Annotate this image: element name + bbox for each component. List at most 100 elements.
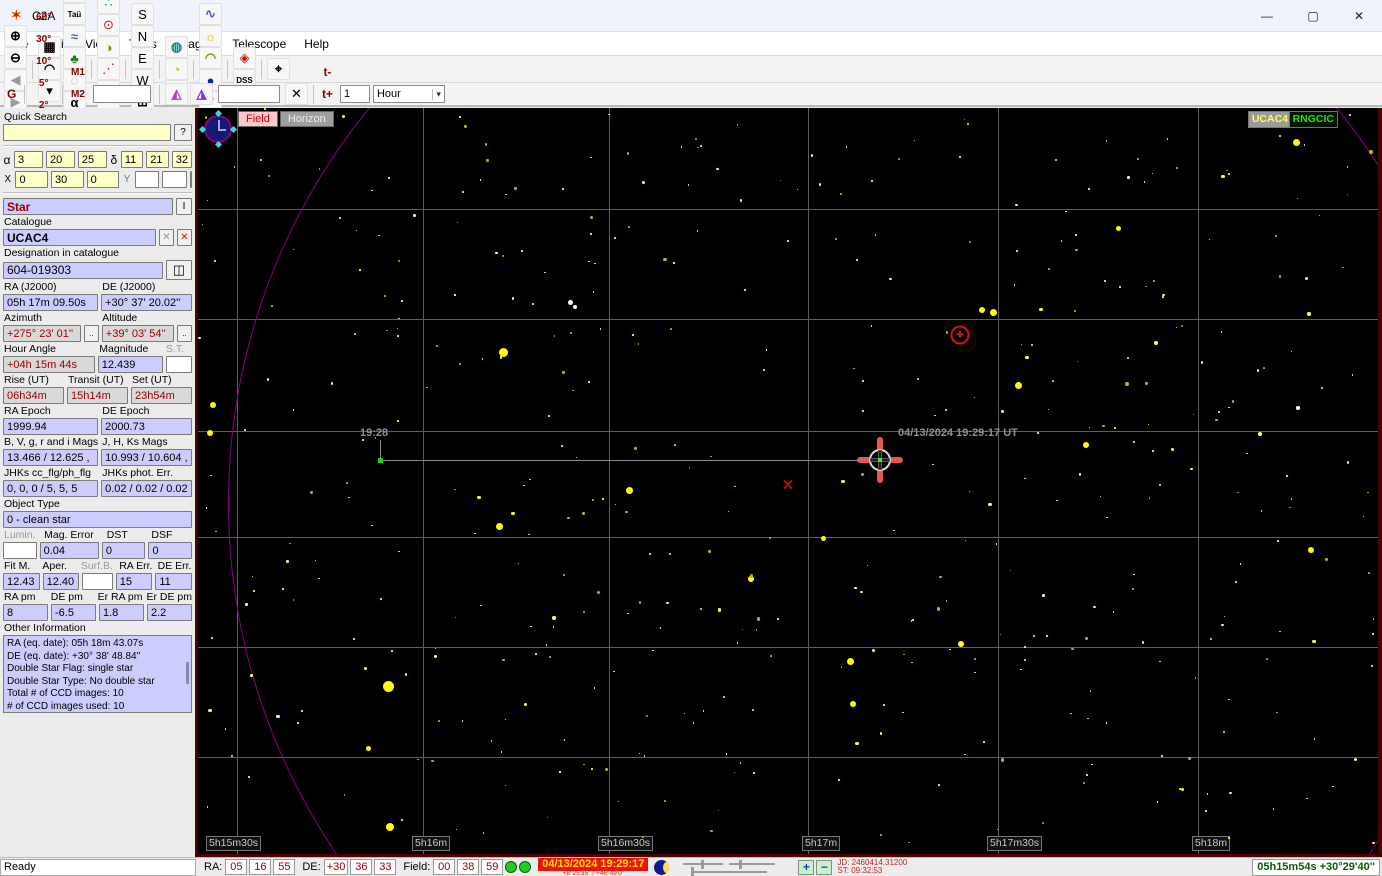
slew-telescope-icon[interactable]: ◫ <box>166 260 192 280</box>
crosshair-arm <box>877 469 883 483</box>
badge-rngcic[interactable]: RNGCIC <box>1288 111 1338 128</box>
sun-icon[interactable]: ☼ <box>199 25 222 47</box>
y3-input[interactable] <box>190 171 193 188</box>
status-de-d: +30 <box>323 859 349 875</box>
earth-globe-icon[interactable]: ◍ <box>165 36 188 58</box>
magnitude-label: Magnitude <box>99 343 149 355</box>
other-info-box[interactable]: RA (eq. date): 05h 18m 43.07s DE (eq. da… <box>3 635 192 713</box>
minimize-button[interactable]: — <box>1244 0 1290 31</box>
constellation-names-icon[interactable]: Taü <box>63 3 86 25</box>
altitude-more-button[interactable]: .. <box>177 325 192 342</box>
dome-site-icon[interactable]: ◠ <box>199 47 222 69</box>
time-slider[interactable] <box>677 859 797 876</box>
de-d-input[interactable]: 11 <box>120 151 144 168</box>
designation-label: Designation in catalogue <box>4 247 119 259</box>
fov-30deg[interactable]: 30° <box>30 28 57 50</box>
star <box>1115 225 1121 231</box>
guide-star-button[interactable]: G <box>4 83 19 105</box>
y1-input[interactable] <box>134 171 160 188</box>
scrollbar-thumb[interactable] <box>186 662 189 684</box>
clock-compass-icon[interactable] <box>198 109 238 149</box>
transit-label: Transit (UT) <box>68 374 124 386</box>
ccd-frame-icon[interactable]: ◈ <box>233 47 256 69</box>
star <box>365 745 371 751</box>
ra-m-input[interactable]: 20 <box>45 151 75 168</box>
target-crosshair-marker[interactable] <box>857 437 903 483</box>
sky-map[interactable]: 5h15m30s 5h16m 5h16m30s 5h17m 5h17m30s 5h18m … <box>195 108 1382 857</box>
clear-icon[interactable]: ✕ <box>284 83 308 105</box>
ra-h-input[interactable]: 3 <box>14 151 43 168</box>
altitude-label: Altitude <box>102 312 138 324</box>
menu-help[interactable]: Help <box>295 34 338 54</box>
axis-ra-label: 5h16m30s <box>598 836 654 851</box>
status-datetime-block[interactable]: 04/13/2024 19:29:17 +8°25'35'' / +46°49'… <box>538 857 649 876</box>
milky-way-icon[interactable]: ≈ <box>63 25 86 47</box>
clock-hand <box>218 129 226 131</box>
fov-60deg[interactable]: 60° <box>30 6 57 28</box>
flip-horizontal-icon[interactable]: ◭ <box>164 83 188 105</box>
time-increment-button[interactable]: + <box>798 859 815 875</box>
x2-input[interactable]: 30 <box>51 171 84 188</box>
flip-vertical-icon[interactable]: ◮ <box>189 83 213 105</box>
tab-horizon[interactable]: Horizon <box>279 111 334 127</box>
object-sidebar: Quick Search ? α 3 20 25 δ 11 21 32 X 0 … <box>0 108 195 857</box>
object-type-label: Object Type <box>4 498 60 510</box>
time-unit-select[interactable]: Hour ▾ <box>372 85 445 103</box>
badge-ucac4[interactable]: UCAC4 <box>1247 111 1292 128</box>
de-m-input[interactable]: 21 <box>146 151 169 168</box>
fov-5deg[interactable]: 5° <box>30 72 57 94</box>
star <box>412 213 416 217</box>
south-button[interactable]: S <box>131 3 154 25</box>
rise-label: Rise (UT) <box>4 374 49 386</box>
close-button[interactable]: ✕ <box>1336 0 1382 31</box>
marker-m2-button[interactable]: M2 <box>68 83 88 105</box>
star <box>958 641 964 647</box>
time-plus-button[interactable]: t+ <box>319 83 336 105</box>
zoom-in-icon[interactable]: ⊕ <box>4 25 27 47</box>
other-info-label: Other Information <box>4 622 86 634</box>
designation-input[interactable]: 604-019303 <box>3 261 163 279</box>
zoom-out-icon[interactable]: ⊖ <box>4 47 27 69</box>
y2-input[interactable] <box>162 171 188 188</box>
marker-m1-button[interactable]: M1 <box>68 61 88 83</box>
moon-phase-icon[interactable]: ◑ <box>97 36 120 58</box>
transit-value: 15h14m <box>67 387 128 404</box>
object-class-expander-button[interactable]: I <box>176 198 192 215</box>
de-j2000-value: +30° 37' 20.02'' <box>101 294 192 311</box>
azimuth-more-button[interactable]: .. <box>83 325 99 342</box>
east-button[interactable]: E <box>131 47 154 69</box>
north-button[interactable]: N <box>131 25 154 47</box>
help-button[interactable]: ? <box>174 124 192 141</box>
catalogue-select[interactable]: UCAC4 <box>3 229 156 246</box>
time-unit-value: Hour <box>376 88 401 100</box>
tab-field[interactable]: Field <box>238 111 278 127</box>
flagged-object-marker[interactable]: ✚ <box>950 325 970 345</box>
x1-input[interactable]: 0 <box>15 171 49 188</box>
time-step-input[interactable]: 1 <box>339 85 370 103</box>
axis-ra-label: 5h17m <box>802 836 841 851</box>
catalog-clear-cross-icon[interactable]: ✕ <box>177 229 192 246</box>
star-cluster-icon[interactable]: ∴ <box>97 0 120 14</box>
time-decrement-button[interactable]: − <box>816 859 833 875</box>
time-minus-button[interactable]: t- <box>319 61 336 83</box>
de-s-input[interactable]: 32 <box>171 151 192 168</box>
variable-curve-icon[interactable]: ∿ <box>199 3 222 25</box>
nebula-icon[interactable]: ⊙ <box>97 14 120 36</box>
asteroid-track-icon[interactable]: ⋰ <box>97 58 120 80</box>
clock-icon[interactable]: ◔ <box>165 58 188 80</box>
de-epoch-value: 2000.73 <box>101 418 192 435</box>
goto-object-input[interactable] <box>217 85 280 103</box>
quick-search-input[interactable] <box>3 124 171 141</box>
object-class-select[interactable]: Star <box>3 198 173 215</box>
star <box>567 299 573 305</box>
fov-10deg[interactable]: 10° <box>30 50 57 72</box>
jhks-flags-value: 0, 0, 0 / 5, 5, 5 <box>3 480 99 497</box>
er-de-pm-label: Er DE pm <box>146 591 193 603</box>
reference-x-marker[interactable]: ✕ <box>782 476 795 494</box>
x3-input[interactable]: 0 <box>86 171 120 188</box>
ra-s-input[interactable]: 25 <box>77 151 107 168</box>
catalog-prev-cross-icon[interactable]: ✕ <box>159 229 174 246</box>
maximize-button[interactable]: ▢ <box>1290 0 1336 31</box>
search-object-input[interactable] <box>92 85 151 103</box>
telescope-link-icon[interactable]: ⌖ <box>267 58 290 80</box>
